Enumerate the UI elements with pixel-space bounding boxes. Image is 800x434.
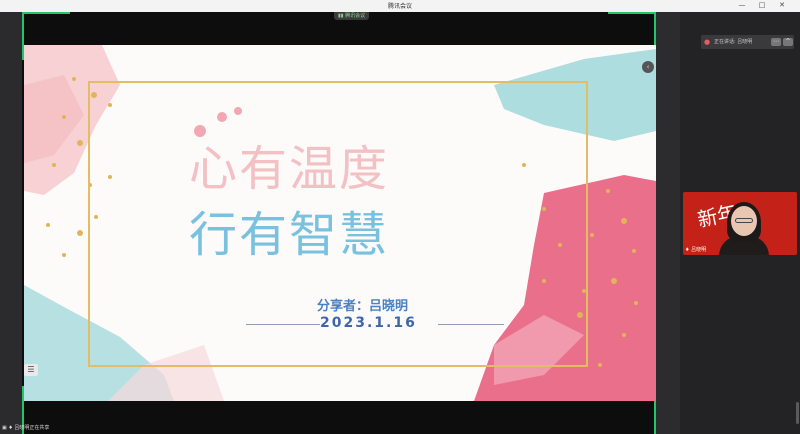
slide-presenter: 分享者：吕晓明 [317, 299, 409, 314]
window-title: 腾讯会议 [387, 3, 412, 10]
participant-video-tile[interactable]: 新年 ♦ 吕晓明 [683, 192, 797, 255]
participant-name: ♦ 吕晓明 [685, 247, 707, 253]
minimize-button[interactable]: — [736, 1, 748, 10]
maximize-button[interactable]: □ [756, 1, 768, 10]
participants-panel: ● 正在讲话: 吕晓明 ⋯ ^ 新年 ♦ 吕晓明 [680, 12, 800, 434]
slide-title-line2: 行有智慧 [189, 207, 390, 263]
panel-scrollbar[interactable] [796, 402, 799, 424]
chevron-up-icon[interactable]: ^ [783, 38, 793, 46]
panel-divider [656, 12, 680, 434]
menu-button[interactable]: ☰ [24, 364, 38, 376]
screen-share-icon: ▣ [2, 425, 7, 431]
divider-line [246, 324, 320, 325]
window-title-bar: 腾讯会议 — □ ✕ [0, 0, 800, 12]
slide-title-line1: 心有温度 [189, 141, 390, 197]
mic-icon: ♦ [8, 425, 13, 431]
share-border-corner [608, 12, 656, 14]
shared-screen-area[interactable]: ▮▮ 腾讯会议 心有温度 行有智慧 分享者：吕晓明 2023.1.16 ‹ ☰ [22, 12, 656, 434]
meeting-info-pill[interactable]: ▮▮ 腾讯会议 [334, 12, 370, 20]
chevron-left-icon: ‹ [646, 63, 650, 71]
presentation-slide: 心有温度 行有智慧 分享者：吕晓明 2023.1.16 [24, 45, 656, 401]
speaking-label: 正在讲话: 吕晓明 [714, 39, 753, 45]
list-icon: ☰ [27, 365, 35, 374]
mic-muted-icon: ● [704, 38, 711, 46]
left-gutter [0, 12, 22, 434]
sharing-status-text: 吕晓明正在共享 [14, 425, 50, 431]
close-button[interactable]: ✕ [776, 1, 788, 10]
collapse-panel-button[interactable]: ‹ [642, 61, 654, 73]
more-icon[interactable]: ⋯ [771, 38, 781, 46]
speaking-indicator[interactable]: ● 正在讲话: 吕晓明 ⋯ ^ [701, 35, 794, 49]
share-border-corner [22, 12, 70, 14]
mic-icon: ♦ [685, 247, 690, 253]
slide-date: 2023.1.16 [320, 315, 417, 331]
avatar [735, 218, 753, 223]
sharing-status: ▣ ♦ 吕晓明正在共享 [0, 423, 120, 434]
